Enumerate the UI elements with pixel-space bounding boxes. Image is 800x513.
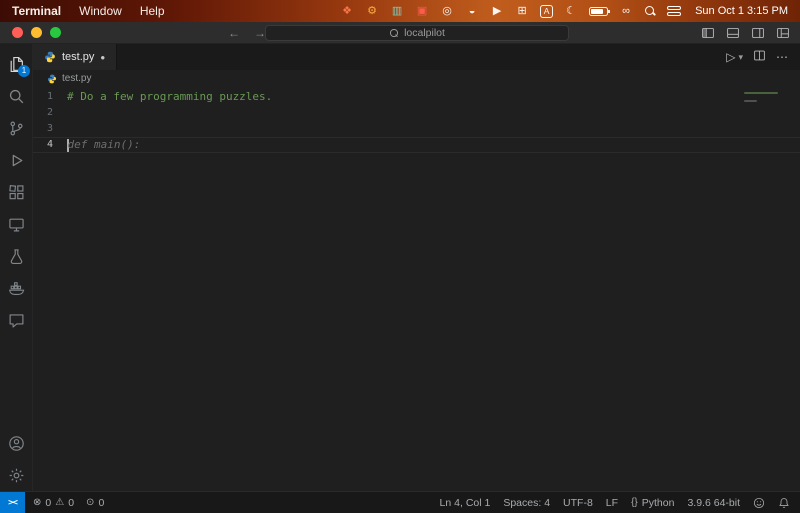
code-line-1[interactable]: 1 # Do a few programming puzzles.: [33, 89, 800, 105]
focus-moon-icon[interactable]: ☾: [564, 4, 578, 18]
menubar-record-icon[interactable]: ◎: [440, 4, 454, 18]
window-close-button[interactable]: [12, 27, 23, 38]
source-control-icon[interactable]: [6, 118, 26, 138]
toggle-sidebar-icon[interactable]: [701, 26, 715, 40]
toggle-panel-icon[interactable]: [726, 26, 740, 40]
window-zoom-button[interactable]: [50, 27, 61, 38]
code-line-3[interactable]: 3: [33, 121, 800, 137]
notifications-bell-icon[interactable]: [778, 497, 790, 509]
remote-explorer-icon[interactable]: [6, 214, 26, 234]
python-file-icon: [47, 74, 57, 83]
code-text-comment: # Do a few programming puzzles.: [67, 90, 273, 103]
macos-menu-bar: Terminal Window Help ❖ ⚙ ▥ ▣ ◎ ◒ ▶ ⊞ A ☾…: [0, 0, 800, 22]
code-text: def main():: [63, 137, 140, 153]
code-editor[interactable]: 1 # Do a few programming puzzles. 2 3 4 …: [33, 87, 800, 491]
editor-actions: ▷ ▾ ⋯: [726, 44, 800, 70]
tab-bar: test.py ● ▷ ▾ ⋯: [33, 44, 800, 70]
window-controls: [12, 27, 61, 38]
line-number[interactable]: 4: [33, 137, 63, 153]
run-python-file-button[interactable]: ▷: [726, 50, 735, 64]
battery-icon[interactable]: [589, 6, 611, 16]
activity-bar: 1: [0, 44, 33, 491]
keyboard-layout-icon[interactable]: A: [540, 4, 554, 18]
search-sidebar-icon[interactable]: [6, 86, 26, 106]
split-editor-icon[interactable]: [753, 49, 766, 65]
problems-status[interactable]: ⊗ 0 ⚠ 0: [33, 497, 74, 509]
menubar-app-icon-2[interactable]: ▥: [390, 4, 404, 18]
line-number[interactable]: 1: [33, 89, 63, 105]
breadcrumb[interactable]: test.py: [33, 70, 800, 87]
nav-back-icon[interactable]: ←: [228, 26, 240, 40]
search-icon: [389, 28, 399, 38]
minimap[interactable]: [738, 87, 800, 491]
broadcast-icon: ⊙: [86, 497, 95, 508]
toggle-secondary-sidebar-icon[interactable]: [751, 26, 765, 40]
command-center-text: localpilot: [404, 27, 445, 39]
tab-modified-dot[interactable]: ●: [100, 53, 105, 62]
python-file-icon: [45, 51, 55, 63]
inline-suggestion-ghost-text: def main():: [67, 138, 141, 151]
warning-icon: ⚠: [55, 497, 65, 508]
broadcast-count: 0: [98, 496, 105, 509]
ports-status[interactable]: ⊙ 0: [86, 497, 104, 509]
error-icon: ⊗: [33, 497, 42, 508]
control-center-icon[interactable]: [667, 6, 682, 17]
menu-window[interactable]: Window: [79, 4, 122, 18]
minimap-mark: [744, 92, 778, 94]
menubar-play-icon[interactable]: ▶: [490, 4, 504, 18]
tab-test-py[interactable]: test.py ●: [33, 44, 118, 70]
docker-icon[interactable]: [6, 278, 26, 298]
breadcrumb-file[interactable]: test.py: [62, 73, 91, 84]
command-center-search[interactable]: localpilot: [265, 25, 569, 41]
vscode-title-bar: ← → localpilot: [0, 22, 800, 44]
indentation-status[interactable]: Spaces: 4: [503, 497, 550, 509]
warning-count: 0: [68, 496, 75, 509]
run-debug-icon[interactable]: [6, 150, 26, 170]
remote-indicator[interactable]: ><: [0, 492, 25, 513]
spotlight-search-icon[interactable]: [644, 5, 656, 17]
feedback-smiley-icon[interactable]: [753, 497, 765, 509]
explorer-badge: 1: [18, 65, 30, 77]
status-bar: >< ⊗ 0 ⚠ 0 ⊙ 0 Ln 4, Col 1 Spaces: 4 UTF…: [0, 491, 800, 513]
eol-status[interactable]: LF: [606, 497, 618, 509]
accounts-icon[interactable]: [6, 433, 26, 453]
braces-icon: {}: [631, 497, 638, 508]
language-label: Python: [641, 496, 675, 509]
menubar-gear-icon[interactable]: ⚙: [365, 4, 379, 18]
run-dropdown-chevron-icon[interactable]: ▾: [738, 52, 743, 63]
error-count: 0: [45, 496, 52, 509]
extensions-icon[interactable]: [6, 182, 26, 202]
more-actions-icon[interactable]: ⋯: [776, 50, 788, 64]
line-number[interactable]: 3: [33, 121, 63, 137]
main-area: 1 test.py ● ▷ ▾ ⋯ test.py 1 # Do a few p…: [0, 44, 800, 491]
tab-label: test.py: [62, 51, 95, 63]
menubar-app-icon-1[interactable]: ❖: [340, 4, 354, 18]
encoding-status[interactable]: UTF-8: [563, 497, 593, 509]
explorer-icon[interactable]: 1: [6, 54, 30, 77]
menu-bar-clock[interactable]: Sun Oct 1 3:15 PM: [695, 5, 788, 17]
line-number[interactable]: 2: [33, 105, 63, 121]
window-minimize-button[interactable]: [31, 27, 42, 38]
menu-bar-menus: Terminal Window Help: [12, 4, 165, 18]
editor-group: test.py ● ▷ ▾ ⋯ test.py 1 # Do a few pro…: [33, 44, 800, 491]
testing-beaker-icon[interactable]: [6, 246, 26, 266]
python-interpreter[interactable]: 3.9.6 64-bit: [687, 497, 740, 509]
menu-bar-status-area: ❖ ⚙ ▥ ▣ ◎ ◒ ▶ ⊞ A ☾ ∞ Sun Oct 1 3:15 PM: [340, 4, 788, 18]
comments-icon[interactable]: [6, 310, 26, 330]
minimap-mark: [744, 100, 757, 102]
menu-terminal[interactable]: Terminal: [12, 4, 61, 18]
settings-gear-icon[interactable]: [6, 465, 26, 485]
cursor-position[interactable]: Ln 4, Col 1: [440, 497, 491, 509]
code-line-2[interactable]: 2: [33, 105, 800, 121]
menubar-app-icon-3[interactable]: ▣: [415, 4, 429, 18]
menubar-grid-icon[interactable]: ⊞: [515, 4, 529, 18]
code-line-4-current[interactable]: 4 def main():: [33, 137, 800, 153]
menubar-users-icon[interactable]: ◒: [465, 4, 479, 18]
language-mode[interactable]: {} Python: [631, 497, 674, 509]
menubar-app-icon-4[interactable]: ∞: [619, 4, 633, 18]
customize-layout-icon[interactable]: [776, 26, 790, 40]
menu-help[interactable]: Help: [140, 4, 165, 18]
